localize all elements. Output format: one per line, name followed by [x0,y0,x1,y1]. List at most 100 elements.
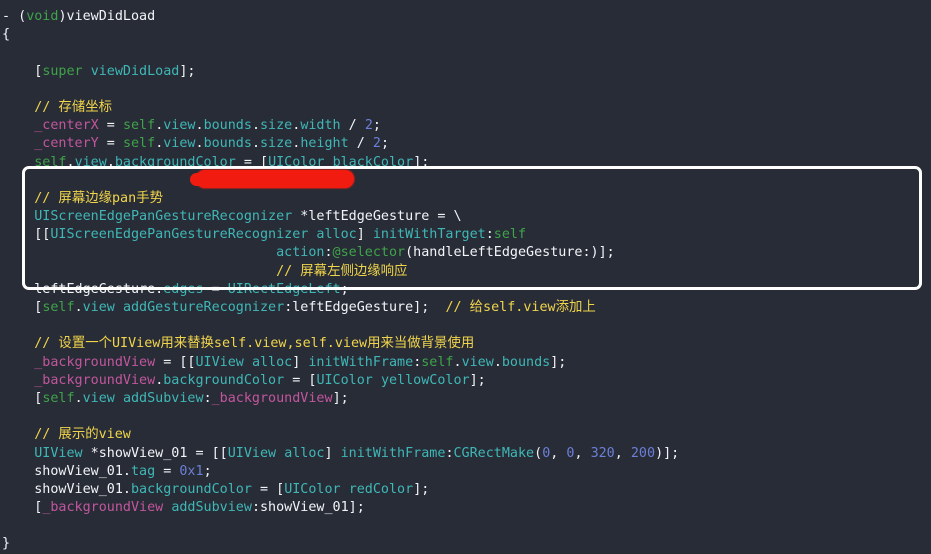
code-token: view [82,390,115,406]
code-token: . [453,354,462,370]
code-token: [ [2,500,43,516]
red-redaction-mark [190,170,354,188]
code-token: = [98,136,123,152]
code-token: blackColor [332,154,414,170]
code-token: )]; [655,445,680,461]
code-token: UIView [227,445,277,461]
code-token: , [574,445,591,461]
source-code-listing[interactable]: - (void)viewDidLoad{ [super viewDidLoad]… [0,8,931,554]
code-token: , [614,445,631,461]
code-token: redColor [348,481,414,497]
code-token: UIRectEdgeLeft [227,281,341,297]
code-token: = [203,281,228,297]
code-token: [[ [2,227,51,243]
code-token: _centerX [34,118,99,134]
code-token: ] [356,227,373,243]
code-token: / [340,118,365,134]
code-token: 320 [590,445,615,461]
code-token: showView_01. [2,481,131,497]
code-token: UIColor [284,481,341,497]
code-token: . [74,390,83,406]
code-token: self [493,227,527,243]
code-token: bounds [501,354,551,370]
code-token: alloc [284,445,325,461]
code-token: view [82,300,115,315]
code-token: { [2,27,11,43]
code-token: UIScreenEdgePanGestureRecognizer [50,227,309,243]
code-token: . [251,136,260,152]
code-token: alloc [316,227,357,243]
code-editor-pane[interactable]: - (void)viewDidLoad{ [super viewDidLoad]… [0,0,931,551]
code-token: width [300,118,341,134]
code-token: view [163,118,196,134]
code-token: // 设置一个UIView用来替换self.view,self.view用来当做… [2,336,475,352]
code-line: leftEdgeGesture.edges = UIRectEdgeLeft; [2,281,931,299]
code-token: . [106,154,115,170]
code-token: UIColor [268,154,325,170]
code-token: // 屏幕左侧边缘响应 [276,263,408,279]
code-token: UIView [34,445,83,461]
code-line: [self.view addSubview:_backgroundView]; [2,390,931,408]
code-token: initWithFrame [340,445,446,461]
code-line: // 展示的view [2,426,931,444]
code-token: = [ [235,154,269,170]
code-token: self [42,390,75,406]
code-token: action [276,245,325,261]
code-token: = [98,118,123,134]
code-token: ]; [179,63,196,79]
code-line: _backgroundView = [[UIView alloc] initWi… [2,354,931,372]
code-token: ]; [413,154,430,170]
code-line: action:@selector(handleLeftEdgeGesture:)… [2,244,931,262]
code-token: ; [203,463,212,479]
code-token: _centerY [34,136,99,152]
code-token: } [2,536,11,552]
code-token: = [ [284,372,317,388]
code-token: ] [324,445,341,461]
code-token: void [26,9,59,24]
code-line: // 设置一个UIView用来替换self.view,self.view用来当做… [2,335,931,353]
code-token: ; [380,136,389,152]
code-line: [self.view addGestureRecognizer:leftEdge… [2,299,931,317]
code-line: - (void)viewDidLoad [2,8,931,26]
code-token: , [550,445,567,461]
code-token: edges [163,281,204,297]
code-token: // 展示的view [2,427,131,443]
code-token: *showView_01 = [[ [82,445,228,461]
code-token: initWithTarget [372,227,486,243]
code-token: . [251,118,260,134]
code-token: yellowColor [380,372,470,388]
code-token: . [195,136,204,152]
code-token: ) [58,9,67,24]
code-line: } [2,535,931,553]
code-token: ]; [332,390,349,406]
code-token: self [34,154,67,170]
code-token: . [195,118,204,134]
code-token: self [42,300,75,315]
code-line: [[UIScreenEdgePanGestureRecognizer alloc… [2,226,931,244]
code-token: bounds [203,118,252,134]
code-token: 0x1 [179,463,204,479]
code-token: backgroundColor [131,481,252,497]
code-line: _centerY = self.view.bounds.size.height … [2,135,931,153]
code-token: UIView [195,354,244,370]
code-token: : [324,245,333,261]
code-token: size [260,136,293,152]
code-token: tag [131,463,156,479]
code-token: super [42,63,83,79]
code-token: addSubview [122,390,204,406]
code-token: @selector [332,245,406,261]
code-token: UIColor [316,372,373,388]
code-token: 2 [372,136,381,152]
code-token: backgroundColor [163,372,285,388]
code-token: addSubview [171,500,252,516]
